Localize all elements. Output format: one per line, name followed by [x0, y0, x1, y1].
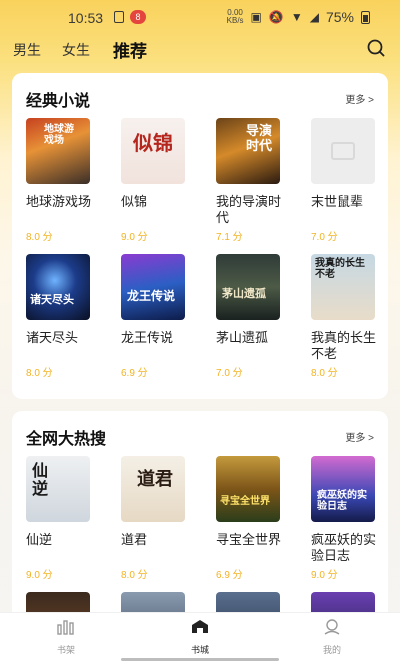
- home-indicator[interactable]: [121, 658, 279, 661]
- book-item[interactable]: 仙逆 仙逆 9.0 分: [26, 456, 96, 581]
- book-cover[interactable]: 仙逆: [26, 456, 90, 522]
- tab-female[interactable]: 女生: [62, 40, 90, 60]
- book-title: 我真的长生不老: [311, 330, 377, 361]
- cover-title: 疯巫妖的实验日志: [317, 490, 367, 512]
- book-cover[interactable]: 寻宝全世界: [216, 456, 280, 522]
- sim-icon: [114, 11, 124, 23]
- book-cover[interactable]: 似锦: [121, 118, 185, 184]
- book-item[interactable]: 寻宝全世界 寻宝全世界 6.9 分: [216, 456, 286, 581]
- signal-icon: ◢: [309, 10, 319, 24]
- more-link[interactable]: 更多 >: [345, 91, 374, 106]
- book-cover[interactable]: 诸天尽头: [26, 254, 90, 320]
- book-item[interactable]: 导演时代 我的导演时代 7.1 分: [216, 118, 286, 243]
- tab-label: 书城: [190, 645, 209, 655]
- wifi-icon: ▼: [290, 10, 303, 24]
- book-score: 7.0 分: [311, 232, 338, 243]
- tab-label: 书架: [56, 645, 75, 655]
- book-item[interactable]: 道君 道君 8.0 分: [121, 456, 191, 581]
- book-score: 8.0 分: [311, 368, 338, 379]
- tab-recommend[interactable]: 推荐: [113, 37, 147, 62]
- book-score: 9.0 分: [26, 570, 53, 581]
- tab-male[interactable]: 男生: [13, 40, 41, 60]
- book-cover[interactable]: 导演时代: [216, 118, 280, 184]
- book-item[interactable]: 我真的长生不老 我真的长生不老 8.0 分: [311, 254, 381, 379]
- book-title: 疯巫妖的实验日志: [311, 532, 377, 563]
- mute-icon: 🔕: [268, 10, 284, 24]
- status-time: 10:53: [68, 10, 104, 26]
- book-score: 8.0 分: [26, 232, 53, 243]
- cover-title: 茅山遗孤: [222, 287, 266, 300]
- book-title: 地球游戏场: [26, 194, 92, 209]
- book-title: 似锦: [121, 194, 148, 209]
- more-link[interactable]: 更多 >: [345, 429, 374, 444]
- cover-title: 地球游戏场: [44, 124, 74, 146]
- book-score: 6.9 分: [121, 368, 148, 379]
- notification-badge: 8: [130, 10, 146, 24]
- status-bar: 10:53 8 0.00 KB/s ▣ 🔕 ▼ ◢ 75%: [0, 0, 400, 34]
- profile-icon: [324, 619, 340, 635]
- book-item[interactable]: 地球游戏场 地球游戏场 8.0 分: [26, 118, 96, 243]
- book-score: 6.9 分: [216, 570, 243, 581]
- placeholder-cover-icon: [331, 142, 355, 160]
- book-item[interactable]: 似锦 似锦 9.0 分: [121, 118, 191, 243]
- book-cover[interactable]: 我真的长生不老: [311, 254, 375, 320]
- cover-title: 导演时代: [246, 124, 273, 154]
- book-title: 我的导演时代: [216, 194, 282, 225]
- section-trending: 全网大热搜 更多 > 仙逆 仙逆 9.0 分 道君 道君 8.0 分 寻宝全世界…: [12, 411, 388, 621]
- tab-bookstore[interactable]: 书城: [180, 619, 220, 656]
- book-cover[interactable]: 茅山遗孤: [216, 254, 280, 320]
- cover-title: 道君: [137, 469, 173, 490]
- cover-title: 仙逆: [32, 461, 49, 498]
- cover-title: 我真的长生不老: [315, 258, 365, 280]
- top-nav: 男生 女生 推荐: [0, 34, 400, 66]
- network-speed-unit: KB/s: [226, 16, 244, 25]
- book-title: 末世鼠辈: [311, 194, 364, 209]
- section-classic-novels: 经典小说 更多 > 地球游戏场 地球游戏场 8.0 分 似锦 似锦 9.0 分 …: [12, 73, 388, 399]
- book-item[interactable]: 疯巫妖的实验日志 疯巫妖的实验日志 9.0 分: [311, 456, 381, 581]
- book-score: 7.1 分: [216, 232, 243, 243]
- section-header: 经典小说 更多 >: [26, 87, 374, 111]
- cover-title: 似锦: [133, 131, 173, 155]
- book-cover[interactable]: [311, 118, 375, 184]
- section-title: 经典小说: [26, 93, 91, 110]
- search-icon[interactable]: [366, 38, 386, 58]
- cover-title: 寻宝全世界: [220, 496, 270, 507]
- book-title: 龙王传说: [121, 330, 174, 345]
- section-title: 全网大热搜: [26, 431, 107, 448]
- book-title: 道君: [121, 532, 148, 547]
- tab-profile[interactable]: 我的: [312, 619, 352, 656]
- book-cover[interactable]: 疯巫妖的实验日志: [311, 456, 375, 522]
- book-score: 8.0 分: [121, 570, 148, 581]
- book-cover[interactable]: 道君: [121, 456, 185, 522]
- book-item[interactable]: 龙王传说 龙王传说 6.9 分: [121, 254, 191, 379]
- tab-label: 我的: [322, 645, 341, 655]
- cover-title: 龙王传说: [127, 289, 176, 303]
- book-title: 茅山遗孤: [216, 330, 269, 345]
- battery-percent: 75%: [325, 9, 354, 25]
- book-item[interactable]: 茅山遗孤 茅山遗孤 7.0 分: [216, 254, 286, 379]
- book-cover[interactable]: 地球游戏场: [26, 118, 90, 184]
- bookshelf-icon: [57, 620, 74, 635]
- book-score: 8.0 分: [26, 368, 53, 379]
- battery-icon: [361, 10, 370, 24]
- status-right-icons: 0.00 KB/s ▣ 🔕 ▼ ◢ 75%: [227, 9, 370, 25]
- book-title: 仙逆: [26, 532, 53, 547]
- book-score: 9.0 分: [311, 570, 338, 581]
- book-title: 诸天尽头: [26, 330, 79, 345]
- book-score: 9.0 分: [121, 232, 148, 243]
- bookstore-icon: [192, 620, 208, 633]
- cover-title: 诸天尽头: [30, 293, 74, 306]
- status-left-icons: 8: [114, 10, 146, 24]
- book-item[interactable]: 末世鼠辈 7.0 分: [311, 118, 381, 243]
- section-header: 全网大热搜 更多 >: [26, 425, 374, 449]
- book-title: 寻宝全世界: [216, 532, 282, 547]
- book-item[interactable]: 诸天尽头 诸天尽头 8.0 分: [26, 254, 96, 379]
- book-cover[interactable]: 龙王传说: [121, 254, 185, 320]
- nfc-icon: ▣: [250, 10, 262, 24]
- tab-bookshelf[interactable]: 书架: [46, 619, 86, 656]
- book-score: 7.0 分: [216, 368, 243, 379]
